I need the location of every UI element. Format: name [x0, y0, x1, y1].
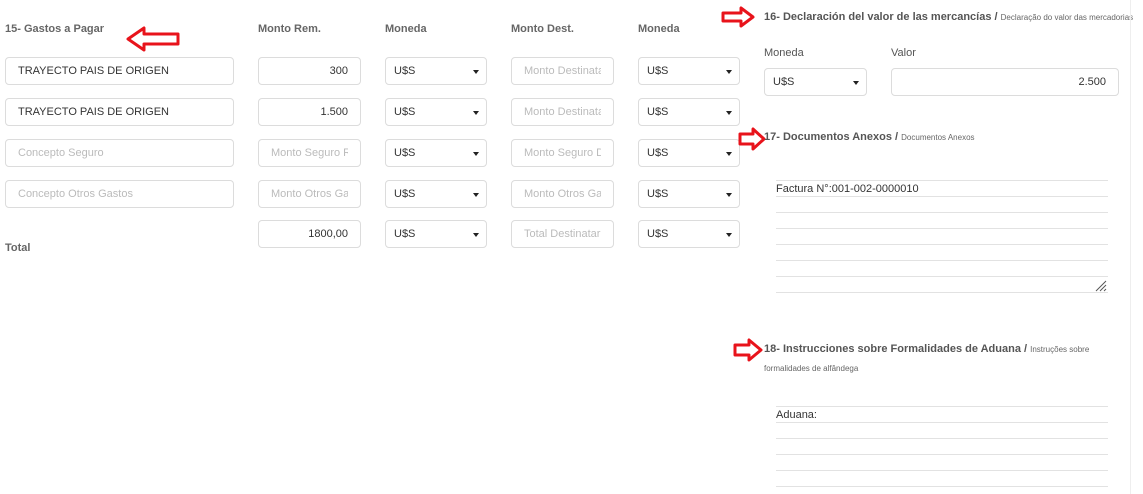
resize-handle-icon[interactable]: [1093, 278, 1107, 292]
concept-input[interactable]: [5, 98, 234, 126]
monto-dest-input[interactable]: [511, 57, 614, 85]
section-17-title: 17- Documentos Anexos / Documentos Anexo…: [764, 131, 975, 143]
rule-line: [776, 276, 1108, 277]
moneda-dest-select[interactable]: U$S: [638, 139, 740, 167]
declared-valor-input[interactable]: [891, 68, 1119, 96]
moneda-dest-select[interactable]: U$S: [638, 180, 740, 208]
monto-dest-input[interactable]: [511, 98, 614, 126]
rule-line: [776, 486, 1108, 487]
documentos-anexos-text: Factura N°:001-002-0000010: [776, 183, 919, 195]
moneda-dest-select[interactable]: U$S: [638, 57, 740, 85]
moneda-rem-select[interactable]: U$S: [385, 180, 487, 208]
section-18-title: 18- Instrucciones sobre Formalidades de …: [764, 343, 1090, 373]
rule-line: [776, 260, 1108, 261]
concept-seguro-input[interactable]: [5, 139, 234, 167]
concept-input[interactable]: [5, 57, 234, 85]
page-divider: [1130, 0, 1131, 494]
header-monto-rem: Monto Rem.: [258, 23, 321, 35]
header-moneda-2: Moneda: [638, 23, 680, 35]
total-label: Total: [5, 242, 31, 254]
rule-line: [776, 292, 1108, 293]
total-moneda-rem-select[interactable]: U$S: [385, 220, 487, 248]
rule-line: [776, 470, 1108, 471]
monto-seguro-dest-input[interactable]: [511, 139, 614, 167]
moneda-label: Moneda: [764, 47, 804, 59]
arrow-right-icon: [738, 127, 766, 151]
monto-seguro-rem-input[interactable]: [258, 139, 361, 167]
arrow-left-icon: [126, 26, 180, 52]
moneda-rem-select[interactable]: U$S: [385, 98, 487, 126]
total-rem-input[interactable]: [258, 220, 361, 248]
arrow-right-icon: [733, 338, 763, 362]
moneda-dest-select[interactable]: U$S: [638, 98, 740, 126]
rule-line: [776, 454, 1108, 455]
instrucciones-aduana-text: Aduana:: [776, 409, 817, 421]
rule-line: [776, 212, 1108, 213]
moneda-rem-select[interactable]: U$S: [385, 57, 487, 85]
rule-line: [776, 438, 1108, 439]
valor-label: Valor: [891, 47, 916, 59]
rule-line: [776, 196, 1108, 197]
rule-line: [776, 228, 1108, 229]
monto-otros-dest-input[interactable]: [511, 180, 614, 208]
header-moneda-1: Moneda: [385, 23, 427, 35]
rule-line: [776, 422, 1108, 423]
arrow-right-icon: [721, 6, 755, 28]
monto-otros-rem-input[interactable]: [258, 180, 361, 208]
total-dest-input[interactable]: [511, 220, 614, 248]
section-15-title: 15- Gastos a Pagar: [5, 23, 105, 35]
monto-rem-input[interactable]: [258, 98, 361, 126]
monto-rem-input[interactable]: [258, 57, 361, 85]
moneda-rem-select[interactable]: U$S: [385, 139, 487, 167]
concept-otros-input[interactable]: [5, 180, 234, 208]
total-moneda-dest-select[interactable]: U$S: [638, 220, 740, 248]
declared-moneda-select[interactable]: U$S: [764, 68, 867, 96]
rule-line: [776, 244, 1108, 245]
header-monto-dest: Monto Dest.: [511, 23, 574, 35]
section-16-title: 16- Declaración del valor de las mercanc…: [764, 11, 1134, 23]
